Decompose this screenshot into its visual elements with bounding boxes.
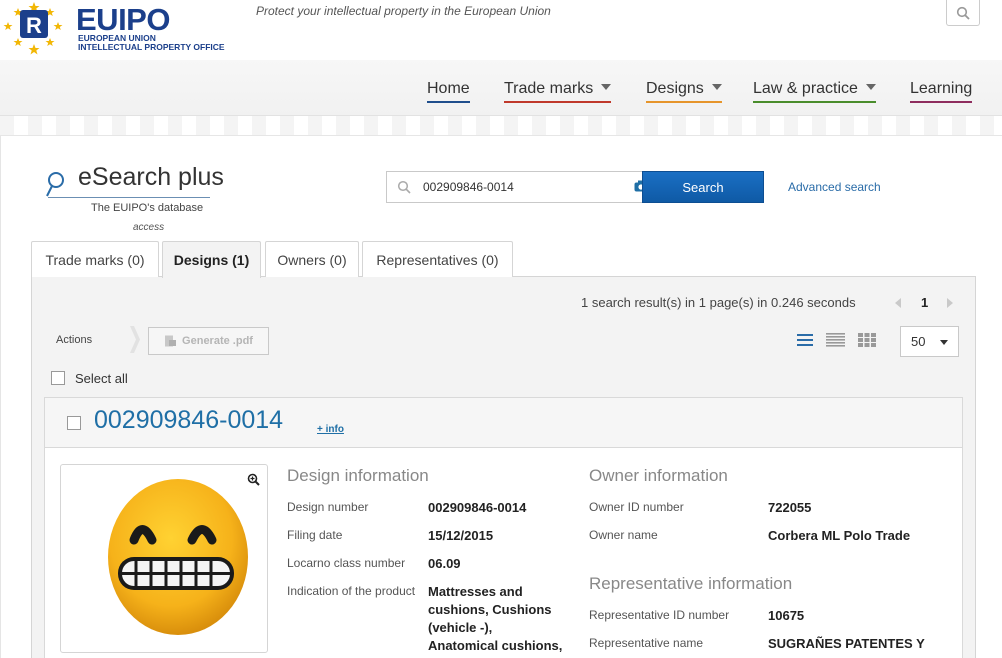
owner-id-value: 722055 [768,500,812,515]
search-icon [956,6,970,20]
tab-owners[interactable]: Owners (0) [265,241,359,277]
euipo-logo[interactable]: R EUIPO EUROPEAN UNION INTELLECTUAL PROP… [0,0,245,56]
owner-name-label: Owner name [589,528,658,542]
owner-name-value: Corbera ML Polo Trade [768,528,911,543]
search-input[interactable] [423,178,623,196]
locarno-label: Locarno class number [287,556,406,570]
more-info-link[interactable]: + info [317,424,344,435]
tab-trade-marks[interactable]: Trade marks (0) [31,241,159,277]
nav-home-label: Home [427,80,470,97]
owner-info-heading: Owner information [589,466,728,485]
nav-trade-marks[interactable]: Trade marks [504,80,612,103]
main-nav: Home Trade marks Designs Law & practice … [0,60,1002,116]
esearch-title: eSearch plus [78,163,224,191]
top-header: R EUIPO EUROPEAN UNION INTELLECTUAL PROP… [0,0,1002,60]
select-all-label[interactable]: Select all [75,371,128,386]
design-number-value: 002909846-0014 [428,500,527,515]
grimacing-emoji-cushion-image [108,479,248,635]
chevron-down-icon [865,83,876,90]
esearch-underline [48,197,210,198]
generate-pdf-button[interactable]: Generate .pdf [148,327,269,355]
nav-learning-label: Learning [910,80,973,97]
filing-date-value: 15/12/2015 [428,528,494,543]
nav-home[interactable]: Home [427,80,470,103]
nav-trade-marks-label: Trade marks [504,80,594,97]
per-page-select[interactable]: 50 [900,326,959,357]
select-all-checkbox[interactable] [51,371,65,385]
indication-value-line1: Mattresses and [428,584,523,599]
logo-subtitle: EUROPEAN UNION INTELLECTUAL PROPERTY OFF… [78,34,225,52]
result-title-link[interactable]: 002909846-0014 [94,406,283,435]
logo-sub-line2: INTELLECTUAL PROPERTY OFFICE [78,42,225,52]
esearch-subtitle-access: access [133,222,165,233]
rep-name-label: Representative name [589,636,704,650]
next-page-icon[interactable] [947,298,953,308]
per-page-value: 50 [911,334,926,349]
search-icon [397,180,411,194]
list-view-icon[interactable] [797,333,813,347]
nav-designs-label: Designs [646,80,704,97]
results-summary: 1 search result(s) in 1 page(s) in 0.246… [581,295,856,310]
filing-date-label: Filing date [287,528,343,542]
current-page[interactable]: 1 [921,295,928,310]
chevron-right-icon [130,326,140,353]
search-button[interactable]: Search [642,171,764,203]
search-box [386,171,644,203]
nav-designs[interactable]: Designs [646,80,722,103]
svg-text:R: R [26,13,42,38]
tab-representatives[interactable]: Representatives (0) [362,241,513,277]
tagline: Protect your intellectual property in th… [256,4,551,18]
chevron-down-icon [940,340,948,345]
indication-value-line2: cushions, Cushions [428,602,552,617]
decorative-pattern-strip [0,116,1002,136]
eu-stars-logo-icon: R [3,2,63,55]
actions-button[interactable]: Actions [51,327,137,352]
advanced-search-link[interactable]: Advanced search [788,180,881,194]
indication-label: Indication of the product [287,584,416,598]
nav-law-practice-label: Law & practice [753,80,858,97]
indication-value-line3: (vehicle -), [428,620,493,635]
nav-law-practice[interactable]: Law & practice [753,80,876,103]
esearch-magnifier-icon [46,172,64,197]
tab-designs[interactable]: Designs (1) [162,241,261,278]
owner-id-label: Owner ID number [589,500,684,514]
prev-page-icon[interactable] [895,298,901,308]
rep-name-value: SUGRAÑES PATENTES Y [768,636,925,651]
grid-view-icon[interactable] [858,333,876,347]
locarno-value: 06.09 [428,556,461,571]
compact-view-icon[interactable] [826,333,845,347]
indication-value-line4: Anatomical cushions, [428,638,563,653]
generate-pdf-label: Generate .pdf [182,335,253,347]
rep-id-value: 10675 [768,608,805,623]
chevron-down-icon [711,83,722,90]
rep-id-label: Representative ID number [589,608,730,622]
nav-learning[interactable]: Learning [910,80,973,103]
design-number-label: Design number [287,500,369,514]
pdf-icon [165,335,177,347]
rep-info-heading: Representative information [589,574,793,593]
result-checkbox[interactable] [67,416,81,430]
chevron-down-icon [601,83,612,90]
esearch-subtitle: The EUIPO's database [91,202,204,214]
design-info-heading: Design information [287,466,429,485]
header-search-button[interactable] [946,0,980,26]
